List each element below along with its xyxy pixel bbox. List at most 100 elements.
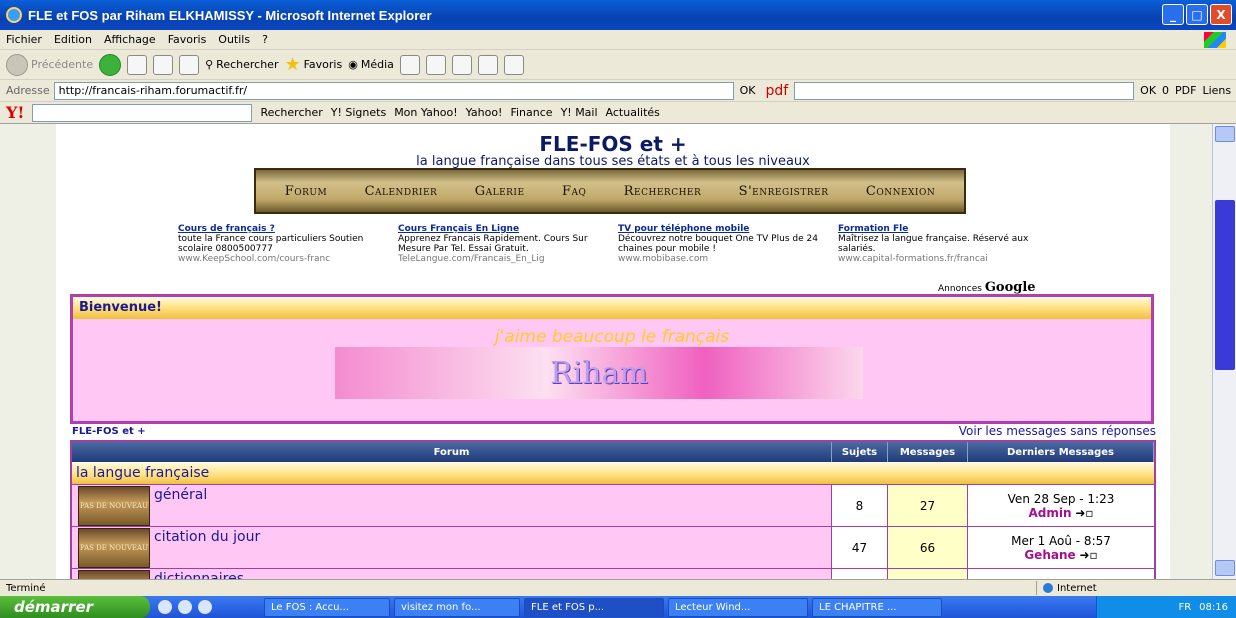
scroll-up-button[interactable] [1215, 126, 1235, 142]
ad-title[interactable]: Cours Français En Ligne [398, 224, 618, 234]
yahoo-search-input[interactable] [32, 103, 253, 122]
scroll-thumb[interactable] [1215, 200, 1235, 370]
menu-edition[interactable]: Edition [54, 33, 92, 46]
posts-count: 27 [888, 485, 968, 526]
counter-badge: 0 [1162, 84, 1170, 97]
category-title[interactable]: la langue française [72, 462, 1154, 484]
google-brand: Google [984, 280, 1036, 295]
goto-post-icon[interactable]: ➜▫ [1075, 506, 1093, 520]
menu-favoris[interactable]: Favoris [168, 33, 207, 46]
yahoo-toolbar: Y! Rechercher Y! Signets Mon Yahoo! Yaho… [0, 102, 1236, 124]
back-button[interactable]: Précédente [6, 53, 94, 76]
forward-button[interactable] [99, 53, 122, 76]
yahoo-mail[interactable]: Y! Mail [561, 106, 598, 119]
google-ads-label[interactable]: Annonces Google [938, 280, 1036, 295]
nav-forum[interactable]: Forum [285, 184, 327, 199]
close-button[interactable]: X [1210, 4, 1232, 25]
nav-enregistrer[interactable]: S'enregistrer [739, 184, 829, 199]
stop-button[interactable] [127, 54, 148, 75]
ad-url: TeleLangue.com/Francais_En_Lig [398, 254, 545, 264]
last-post-user[interactable]: Gehane [1024, 548, 1075, 562]
vertical-scrollbar[interactable] [1212, 124, 1236, 579]
forum-table-header: Forum Sujets Messages Derniers Messages [72, 442, 1154, 462]
quicklaunch-desktop-icon[interactable] [198, 600, 212, 614]
start-button[interactable]: démarrer [0, 596, 150, 618]
zone-label: Internet [1057, 582, 1097, 594]
task-le-fos[interactable]: Le FOS : Accu... [264, 597, 390, 617]
pdf-search-input[interactable] [794, 81, 1135, 100]
menu-fichier[interactable]: Fichier [6, 33, 42, 46]
task-lecteur[interactable]: Lecteur Wind... [668, 597, 808, 617]
menu-outils[interactable]: Outils [218, 33, 250, 46]
window-titlebar[interactable]: FLE et FOS par Riham ELKHAMISSY - Micros… [0, 0, 1236, 30]
refresh-button[interactable] [153, 54, 174, 75]
back-label: Précédente [31, 58, 94, 71]
ad-title[interactable]: Formation Fle [838, 224, 1058, 234]
task-fle-fos[interactable]: FLE et FOS p... [524, 597, 664, 617]
print-button[interactable] [451, 54, 472, 75]
yahoo-finance[interactable]: Finance [510, 106, 552, 119]
status-text: Terminé [6, 582, 46, 594]
posts-count [888, 569, 968, 579]
history-button[interactable] [399, 54, 420, 75]
minimize-button[interactable]: _ [1162, 4, 1184, 25]
ad-item[interactable]: Cours de français ? toute la France cour… [178, 224, 398, 264]
forum-table: Forum Sujets Messages Derniers Messages … [70, 440, 1156, 579]
go-button[interactable]: OK [740, 84, 756, 97]
address-input[interactable]: http://francais-riham.forumactif.fr/ [53, 81, 734, 100]
media-button[interactable]: ◉ Média [348, 58, 394, 71]
language-indicator[interactable]: FR [1178, 602, 1191, 613]
forum-name[interactable]: général [154, 485, 207, 526]
breadcrumb[interactable]: FLE-FOS et + [72, 426, 146, 437]
topics-count: 8 [832, 485, 888, 526]
ad-item[interactable]: Formation Fle Maîtrisez la langue frança… [838, 224, 1058, 264]
ad-item[interactable]: Cours Français En Ligne Apprenez Francai… [398, 224, 618, 264]
pdf-ok-button[interactable]: OK [1140, 84, 1156, 97]
banner-text: Riham [550, 355, 648, 391]
menu-affichage[interactable]: Affichage [104, 33, 156, 46]
media-icon: ◉ [348, 58, 358, 71]
scroll-down-button[interactable] [1215, 560, 1235, 576]
pdf-button[interactable]: PDF [1175, 84, 1196, 97]
ad-url: www.KeepSchool.com/cours-franc [178, 254, 331, 264]
quicklaunch-media-icon[interactable] [178, 600, 192, 614]
mail-button[interactable] [425, 54, 446, 75]
links-button[interactable]: Liens [1202, 84, 1231, 97]
task-visitez[interactable]: visitez mon fo... [394, 597, 520, 617]
ad-item[interactable]: TV pour téléphone mobile Découvrez notre… [618, 224, 838, 264]
nav-calendrier[interactable]: Calendrier [365, 184, 438, 199]
messenger-button[interactable] [503, 54, 524, 75]
forum-name[interactable]: dictionnaires [154, 569, 244, 579]
task-chapitre[interactable]: LE CHAPITRE ... [812, 597, 942, 617]
address-label: Adresse [6, 84, 50, 97]
yahoo-search-button[interactable]: Rechercher [260, 106, 322, 119]
nav-galerie[interactable]: Galerie [475, 184, 525, 199]
forum-navbar: Forum Calendrier Galerie Faq Rechercher … [254, 168, 966, 214]
goto-post-icon[interactable]: ➜▫ [1079, 548, 1097, 562]
nav-connexion[interactable]: Connexion [866, 184, 935, 199]
table-row: PAS DE NOUVEAU citation du jour 47 66 Me… [72, 526, 1154, 568]
edit-button[interactable] [477, 54, 498, 75]
unanswered-link[interactable]: Voir les messages sans réponses [959, 424, 1156, 438]
last-post-user[interactable]: Admin [1028, 506, 1071, 520]
home-button[interactable] [179, 54, 200, 75]
yahoo-yahoo[interactable]: Yahoo! [466, 106, 503, 119]
table-row: PAS DE NOUVEAU dictionnaires [72, 568, 1154, 579]
welcome-title: Bienvenue! [73, 297, 1151, 319]
nav-faq[interactable]: Faq [562, 184, 586, 199]
yahoo-mon-yahoo[interactable]: Mon Yahoo! [394, 106, 457, 119]
address-bar: Adresse http://francais-riham.forumactif… [0, 80, 1236, 102]
ad-title[interactable]: TV pour téléphone mobile [618, 224, 838, 234]
yahoo-signets[interactable]: Y! Signets [331, 106, 386, 119]
ad-title[interactable]: Cours de français ? [178, 224, 398, 234]
favorites-button[interactable]: ★ Favoris [284, 54, 342, 75]
yahoo-logo[interactable]: Y! [6, 103, 24, 122]
menu-help[interactable]: ? [262, 33, 268, 46]
maximize-button[interactable]: □ [1186, 4, 1208, 25]
quicklaunch-ie-icon[interactable] [158, 600, 172, 614]
clock[interactable]: 08:16 [1199, 602, 1228, 613]
forum-name[interactable]: citation du jour [154, 527, 260, 568]
search-button[interactable]: ⚲ Rechercher [205, 58, 278, 71]
yahoo-actualites[interactable]: Actualités [606, 106, 660, 119]
nav-rechercher[interactable]: Rechercher [624, 184, 702, 199]
